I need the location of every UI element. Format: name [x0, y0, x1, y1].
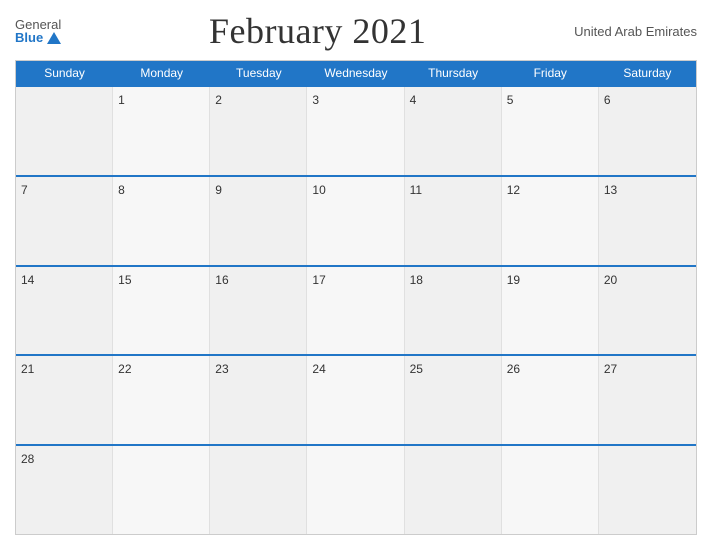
- day-cell: 23: [210, 356, 307, 444]
- day-cell: 26: [502, 356, 599, 444]
- day-number: 22: [118, 362, 131, 376]
- day-number: 18: [410, 273, 423, 287]
- day-cell: 1: [113, 87, 210, 175]
- day-header-friday: Friday: [502, 61, 599, 85]
- day-cell: 12: [502, 177, 599, 265]
- day-number: 23: [215, 362, 228, 376]
- day-cell: 7: [16, 177, 113, 265]
- month-title: February 2021: [209, 10, 426, 52]
- day-header-sunday: Sunday: [16, 61, 113, 85]
- day-header-wednesday: Wednesday: [307, 61, 404, 85]
- day-cell: 18: [405, 267, 502, 355]
- day-number: 2: [215, 93, 222, 107]
- logo-blue-text: Blue: [15, 31, 61, 44]
- day-cell: 5: [502, 87, 599, 175]
- day-number: 10: [312, 183, 325, 197]
- day-cell: 27: [599, 356, 696, 444]
- day-number: 17: [312, 273, 325, 287]
- day-header-tuesday: Tuesday: [210, 61, 307, 85]
- calendar-container: General Blue February 2021 United Arab E…: [0, 0, 712, 550]
- day-cell: [405, 446, 502, 534]
- week-row-0: 1 2 3 4 5 6: [16, 85, 696, 175]
- day-number: 25: [410, 362, 423, 376]
- day-cell: [307, 446, 404, 534]
- day-number: 4: [410, 93, 417, 107]
- day-number: 5: [507, 93, 514, 107]
- weeks: 1234567891011121314151617181920212223242…: [16, 85, 696, 534]
- day-number: 12: [507, 183, 520, 197]
- day-cell: 20: [599, 267, 696, 355]
- day-number: 20: [604, 273, 617, 287]
- week-row-4: 28: [16, 444, 696, 534]
- day-number: 19: [507, 273, 520, 287]
- day-number: 26: [507, 362, 520, 376]
- day-cell: [210, 446, 307, 534]
- day-cell: 9: [210, 177, 307, 265]
- day-cell: 17: [307, 267, 404, 355]
- logo: General Blue: [15, 18, 61, 44]
- day-cell: 24: [307, 356, 404, 444]
- week-row-1: 7 8 9 10 11 12 13: [16, 175, 696, 265]
- day-number: 21: [21, 362, 34, 376]
- day-headers: SundayMondayTuesdayWednesdayThursdayFrid…: [16, 61, 696, 85]
- day-cell: [16, 87, 113, 175]
- day-header-thursday: Thursday: [405, 61, 502, 85]
- day-header-saturday: Saturday: [599, 61, 696, 85]
- day-cell: 21: [16, 356, 113, 444]
- day-number: 7: [21, 183, 28, 197]
- country-name: United Arab Emirates: [574, 24, 697, 39]
- day-cell: 11: [405, 177, 502, 265]
- day-cell: [113, 446, 210, 534]
- day-number: 24: [312, 362, 325, 376]
- day-cell: 25: [405, 356, 502, 444]
- day-cell: 19: [502, 267, 599, 355]
- day-cell: 2: [210, 87, 307, 175]
- day-number: 15: [118, 273, 131, 287]
- day-cell: 14: [16, 267, 113, 355]
- day-header-monday: Monday: [113, 61, 210, 85]
- day-cell: 28: [16, 446, 113, 534]
- calendar-grid: SundayMondayTuesdayWednesdayThursdayFrid…: [15, 60, 697, 535]
- day-cell: 16: [210, 267, 307, 355]
- day-number: 9: [215, 183, 222, 197]
- week-row-3: 21 22 23 24 25 26 27: [16, 354, 696, 444]
- day-cell: 3: [307, 87, 404, 175]
- day-number: 6: [604, 93, 611, 107]
- day-cell: 13: [599, 177, 696, 265]
- day-number: 8: [118, 183, 125, 197]
- week-row-2: 14 15 16 17 18 19 20: [16, 265, 696, 355]
- day-number: 1: [118, 93, 125, 107]
- day-cell: 4: [405, 87, 502, 175]
- day-cell: 6: [599, 87, 696, 175]
- day-number: 13: [604, 183, 617, 197]
- day-cell: 22: [113, 356, 210, 444]
- day-cell: [502, 446, 599, 534]
- day-cell: 15: [113, 267, 210, 355]
- header: General Blue February 2021 United Arab E…: [15, 10, 697, 52]
- logo-triangle-icon: [47, 32, 61, 44]
- day-number: 14: [21, 273, 34, 287]
- day-cell: [599, 446, 696, 534]
- day-number: 28: [21, 452, 34, 466]
- day-number: 3: [312, 93, 319, 107]
- day-number: 11: [410, 183, 422, 197]
- day-cell: 10: [307, 177, 404, 265]
- day-cell: 8: [113, 177, 210, 265]
- day-number: 16: [215, 273, 228, 287]
- day-number: 27: [604, 362, 617, 376]
